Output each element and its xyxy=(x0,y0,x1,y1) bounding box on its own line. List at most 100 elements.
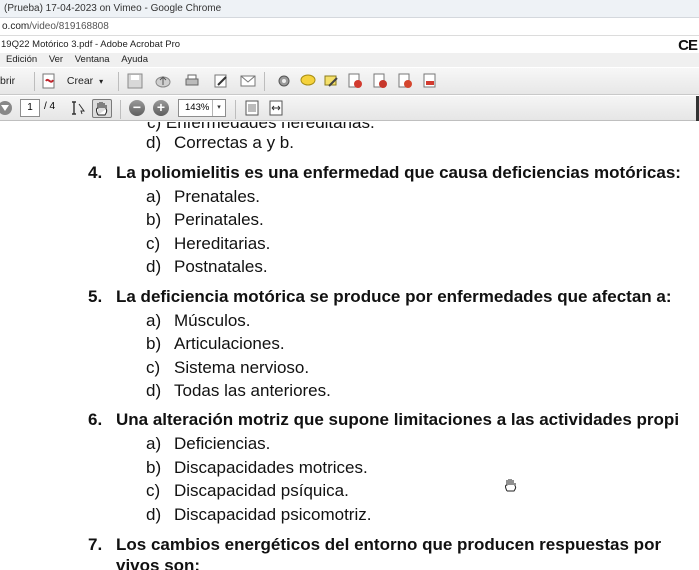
save-icon[interactable] xyxy=(127,73,143,89)
menu-ver[interactable]: Ver xyxy=(49,53,63,67)
list-item: d) Correctas a y b. xyxy=(146,133,294,153)
zoom-in-button[interactable]: + xyxy=(153,100,169,116)
list-item: d) Todas las anteriores. xyxy=(146,381,331,401)
list-item: c) Discapacidad psíquica. xyxy=(146,481,349,501)
main-toolbar: brir Crear ▾ xyxy=(0,68,699,95)
list-item: a) Deficiencias. xyxy=(146,434,270,454)
option-letter: b) xyxy=(146,458,162,477)
next-page-icon[interactable] xyxy=(0,100,16,116)
pdf-page: c) Enfermedades hereditarias. d) Correcta… xyxy=(0,122,699,570)
option-letter: b) xyxy=(146,334,162,353)
menu-edicion[interactable]: Edición xyxy=(6,53,37,67)
option-text: Sistema nervioso. xyxy=(174,358,310,377)
toolbar-divider xyxy=(34,72,35,91)
acrobat-window-title: 19Q22 Motórico 3.pdf - Adobe Acrobat Pro xyxy=(1,39,181,50)
browser-title-bar: (Prueba) 17-04-2023 on Vimeo - Google Ch… xyxy=(0,0,699,18)
option-letter: d) xyxy=(146,505,162,524)
toolbar-divider xyxy=(118,72,119,91)
question-heading: 6. Una alteración motriz que supone limit… xyxy=(88,410,679,430)
fit-width-icon[interactable] xyxy=(268,100,284,116)
menu-bar: Edición Ver Ventana Ayuda xyxy=(0,53,699,67)
option-text: Articulaciones. xyxy=(174,334,285,353)
hand-tool-button[interactable] xyxy=(92,99,112,118)
option-text: Discapacidad psicomotriz. xyxy=(174,505,372,524)
acrobat-title-bar: 19Q22 Motórico 3.pdf - Adobe Acrobat Pro xyxy=(0,37,699,53)
menu-ventana[interactable]: Ventana xyxy=(75,53,110,67)
url-host: o.com xyxy=(2,21,30,32)
list-item: b) Perinatales. xyxy=(146,210,264,230)
gear-icon[interactable] xyxy=(276,73,292,89)
list-item: b) Discapacidades motrices. xyxy=(146,458,368,478)
option-text: Músculos. xyxy=(174,311,251,330)
list-item: a) Prenatales. xyxy=(146,187,260,207)
comment-icon[interactable] xyxy=(300,73,316,89)
create-caret: ▾ xyxy=(99,77,104,86)
question-heading: 7. Los cambios energéticos del entorno qu… xyxy=(88,535,661,555)
option-letter: d) xyxy=(146,133,162,152)
option-letter: c) xyxy=(146,358,161,377)
export-icon[interactable] xyxy=(397,73,413,89)
option-letter: c) xyxy=(146,481,161,500)
chevron-down-icon: ▾ xyxy=(212,100,225,116)
plus-icon: + xyxy=(156,99,166,115)
email-icon[interactable] xyxy=(240,73,256,89)
question-heading-continued: vivos son: xyxy=(88,556,200,570)
upload-cloud-icon[interactable] xyxy=(155,73,171,89)
minus-icon: − xyxy=(132,99,142,115)
option-text: Perinatales. xyxy=(174,210,264,229)
acrobat-logo-fragment: CE xyxy=(678,37,698,54)
question-text: La deficiencia motórica se produce por e… xyxy=(116,287,672,306)
question-heading: 4. La poliomielitis es una enfermedad que… xyxy=(88,163,681,183)
create-button[interactable]: Crear ▾ xyxy=(40,72,103,91)
edit-icon[interactable] xyxy=(213,73,229,89)
current-page-input[interactable]: 1 xyxy=(20,99,40,117)
list-item: d) Postnatales. xyxy=(146,257,268,277)
option-text: Deficiencias. xyxy=(174,434,271,453)
text-select-icon[interactable] xyxy=(70,100,86,116)
toolbar-divider xyxy=(120,100,121,119)
current-page-value: 1 xyxy=(27,102,33,113)
question-number: 5. xyxy=(88,287,103,306)
navigation-toolbar: 1 / 4 − + 143% ▾ xyxy=(0,96,699,121)
open-button[interactable]: brir xyxy=(0,72,15,91)
option-text: Hereditarias. xyxy=(174,234,271,253)
zoom-out-button[interactable]: − xyxy=(129,100,145,116)
list-item: c) Hereditarias. xyxy=(146,234,270,254)
option-text: Todas las anteriores. xyxy=(174,381,331,400)
zoom-level-value: 143% xyxy=(185,102,210,113)
hand-icon xyxy=(96,102,108,116)
url-path: /video/819168808 xyxy=(29,21,109,32)
secure-icon[interactable] xyxy=(372,73,388,89)
question-number: 6. xyxy=(88,410,103,429)
print-icon[interactable] xyxy=(184,73,200,89)
create-pdf-icon xyxy=(42,73,55,89)
option-text: Postnatales. xyxy=(174,257,268,276)
question-heading: 5. La deficiencia motórica se produce por… xyxy=(88,287,672,307)
zoom-level-select[interactable]: 143% ▾ xyxy=(178,99,226,117)
option-letter: a) xyxy=(146,311,162,330)
question-number: 4. xyxy=(88,163,103,182)
option-letter: a) xyxy=(146,434,162,453)
option-letter: d) xyxy=(146,257,162,276)
question-number: 7. xyxy=(88,535,103,554)
option-text: Discapacidad psíquica. xyxy=(174,481,349,500)
question-text: Los cambios energéticos del entorno que … xyxy=(116,535,662,554)
create-label: Crear xyxy=(66,75,94,87)
toolbar-divider xyxy=(235,100,236,119)
sign-icon[interactable] xyxy=(347,73,363,89)
address-bar[interactable]: o.com/video/819168808 xyxy=(0,18,699,36)
option-letter: b) xyxy=(146,210,162,229)
option-text: Correctas a y b. xyxy=(174,133,294,152)
option-letter: a) xyxy=(146,187,162,206)
option-letter: d) xyxy=(146,381,162,400)
question-text: Una alteración motriz que supone limitac… xyxy=(116,410,680,429)
forms-icon[interactable] xyxy=(422,73,438,89)
open-label: brir xyxy=(0,75,16,87)
hand-cursor-icon xyxy=(503,477,519,497)
highlight-icon[interactable] xyxy=(323,73,339,89)
list-item: b) Articulaciones. xyxy=(146,334,285,354)
option-text: Prenatales. xyxy=(174,187,260,206)
fit-page-icon[interactable] xyxy=(244,100,260,116)
menu-ayuda[interactable]: Ayuda xyxy=(121,53,148,67)
list-item: c) Sistema nervioso. xyxy=(146,358,309,378)
